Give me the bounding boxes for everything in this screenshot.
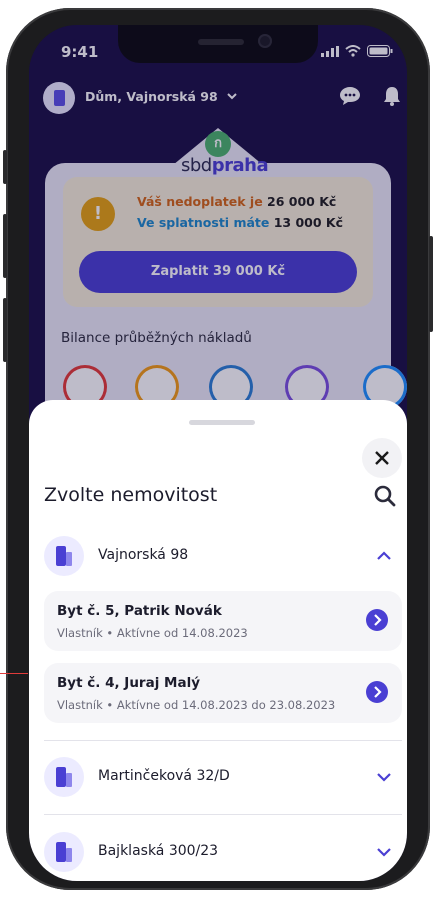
divider — [44, 814, 402, 815]
annotation-line — [0, 673, 28, 674]
chevron-up-icon[interactable] — [374, 546, 394, 566]
divider — [44, 740, 402, 741]
side-button — [3, 150, 7, 184]
property-row-vajnorska[interactable]: Vajnorská 98 — [44, 534, 394, 578]
unit-title: Byt č. 4, Juraj Malý — [57, 675, 200, 691]
property-label: Bajklaská 300/23 — [98, 843, 219, 859]
unit-item[interactable]: Byt č. 4, Juraj Malý Vlastník • Aktívne … — [44, 663, 402, 723]
property-sheet: Zvolte nemovitost Vajnorská 98 Byt č. 5,… — [29, 400, 407, 881]
unit-subtitle: Vlastník • Aktívne od 14.08.2023 do 23.0… — [57, 698, 336, 712]
screen: 9:41 Dům, Vajnorská 98 ก sbdpraha ! Váš … — [29, 25, 407, 881]
chevron-right-icon[interactable] — [366, 609, 388, 631]
power-button — [429, 236, 433, 332]
search-icon[interactable] — [373, 484, 397, 508]
volume-up-button — [3, 214, 7, 278]
chevron-down-icon[interactable] — [374, 842, 394, 862]
building-icon — [44, 536, 84, 576]
unit-subtitle: Vlastník • Aktívne od 14.08.2023 — [57, 626, 248, 640]
unit-item[interactable]: Byt č. 5, Patrik Novák Vlastník • Aktívn… — [44, 591, 402, 651]
property-label: Vajnorská 98 — [98, 547, 189, 563]
property-row-bajklaska[interactable]: Bajklaská 300/23 — [44, 830, 394, 874]
close-button[interactable] — [362, 438, 402, 478]
volume-down-button — [3, 298, 7, 362]
drag-handle[interactable] — [189, 420, 255, 425]
property-row-martincekova[interactable]: Martinčeková 32/D — [44, 755, 394, 799]
close-icon — [375, 451, 389, 465]
chevron-down-icon[interactable] — [374, 767, 394, 787]
chevron-right-icon[interactable] — [366, 681, 388, 703]
property-label: Martinčeková 32/D — [98, 768, 230, 784]
sheet-title: Zvolte nemovitost — [44, 484, 218, 506]
unit-title: Byt č. 5, Patrik Novák — [57, 603, 222, 619]
building-icon — [44, 757, 84, 797]
building-icon — [44, 832, 84, 872]
